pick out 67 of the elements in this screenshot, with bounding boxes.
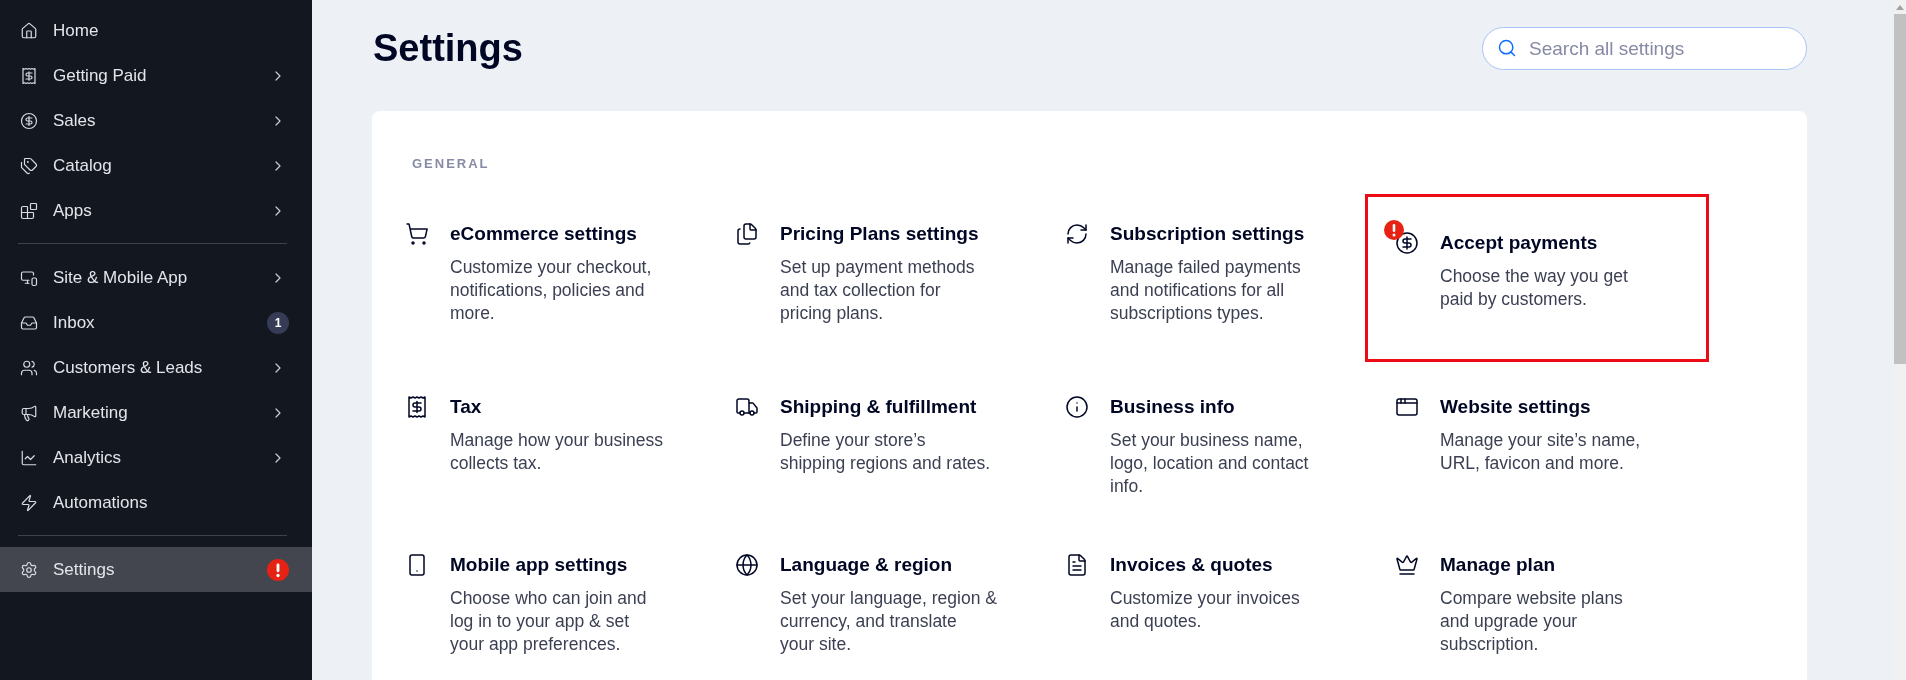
scrollbar-thumb[interactable] — [1894, 14, 1906, 364]
setting-description: Set your language, region & currency, and translate your site. — [780, 587, 997, 656]
setting-title[interactable]: Website settings — [1440, 395, 1591, 419]
cycle-arrows-icon — [1065, 222, 1089, 246]
page-title: Settings — [373, 27, 523, 70]
setting-description: Choose who can join and log in to your app & set your app preferences. — [450, 587, 647, 656]
info-icon — [1065, 395, 1089, 419]
setting-description: Manage how your business collects tax. — [450, 429, 664, 475]
sidebar-item[interactable]: Automations — [0, 480, 312, 525]
setting-title[interactable]: Pricing Plans settings — [780, 222, 979, 246]
settings-icon — [20, 560, 38, 579]
sidebar-item[interactable]: Apps — [0, 188, 312, 233]
inbox-icon — [20, 313, 38, 332]
setting-title[interactable]: Shipping & fulfillment — [780, 395, 977, 419]
tags-icon — [20, 156, 38, 175]
truck-icon — [735, 395, 759, 419]
setting-title[interactable]: Language & region — [780, 553, 953, 577]
setting-description: Set your business name, logo, location and contact info. — [1110, 429, 1309, 498]
sidebar-item[interactable]: Settings — [0, 547, 312, 592]
receipt-icon — [405, 395, 429, 419]
setting-description: Set up payment methods and tax collection for pricing plans. — [780, 256, 975, 325]
setting-title[interactable]: Tax — [450, 395, 482, 419]
megaphone-icon — [20, 403, 38, 422]
sidebar-item[interactable]: Home — [0, 8, 312, 53]
search-field[interactable]: Search all settings — [1482, 27, 1807, 70]
cart-icon — [405, 222, 429, 246]
setting-description: Choose the way you get paid by customers. — [1440, 265, 1628, 311]
setting-description: Compare website plans and upgrade your subscription. — [1440, 587, 1623, 656]
dollar-circle-icon — [1395, 231, 1419, 255]
crown-icon — [1395, 553, 1419, 577]
setting-description: Define your store’s shipping regions and rates. — [780, 429, 991, 475]
sidebar-item[interactable]: Inbox 1 — [0, 300, 312, 345]
setting-description: Customize your invoices and quotes. — [1110, 587, 1300, 633]
setting-title[interactable]: Manage plan — [1440, 553, 1556, 577]
sidebar-item[interactable]: Site & Mobile App — [0, 255, 312, 300]
section-heading: GENERAL — [412, 156, 490, 172]
receipt-icon — [20, 66, 38, 85]
globe-icon — [735, 553, 759, 577]
setting-title[interactable]: eCommerce settings — [450, 222, 637, 246]
sidebar-item[interactable]: Catalog — [0, 143, 312, 188]
sidebar-item[interactable]: Analytics — [0, 435, 312, 480]
setting-title[interactable]: Business info — [1110, 395, 1235, 419]
home-icon — [20, 21, 38, 40]
count-badge: 1 — [267, 311, 289, 334]
setting-title[interactable]: Accept payments — [1440, 231, 1598, 255]
devices-icon — [20, 268, 38, 287]
scroll-up-arrow-icon[interactable] — [1896, 5, 1904, 10]
setting-description: Customize your checkout, notifications, policies and more. — [450, 256, 652, 325]
dollar-circle-icon — [20, 111, 38, 130]
lightning-icon — [20, 493, 38, 512]
document-icon — [1065, 553, 1089, 577]
line-chart-icon — [20, 448, 38, 467]
setting-title[interactable]: Invoices & quotes — [1110, 553, 1273, 577]
users-icon — [20, 358, 38, 377]
sidebar-item[interactable]: Customers & Leads — [0, 345, 312, 390]
setting-description: Manage your site’s name, URL, favicon and more. — [1440, 429, 1641, 475]
sidebar-item[interactable]: Marketing — [0, 390, 312, 435]
sidebar-item[interactable]: Getting Paid — [0, 53, 312, 98]
window-icon — [1395, 395, 1419, 419]
scrollbar[interactable] — [1894, 0, 1906, 680]
search-icon — [1497, 38, 1517, 58]
setting-title[interactable]: Mobile app settings — [450, 553, 628, 577]
blocks-icon — [20, 201, 38, 220]
pages-icon — [735, 222, 759, 246]
setting-description: Manage failed payments and notifications for all subscriptions types. — [1110, 256, 1301, 325]
sidebar-item[interactable]: Sales — [0, 98, 312, 143]
setting-title[interactable]: Subscription settings — [1110, 222, 1305, 246]
